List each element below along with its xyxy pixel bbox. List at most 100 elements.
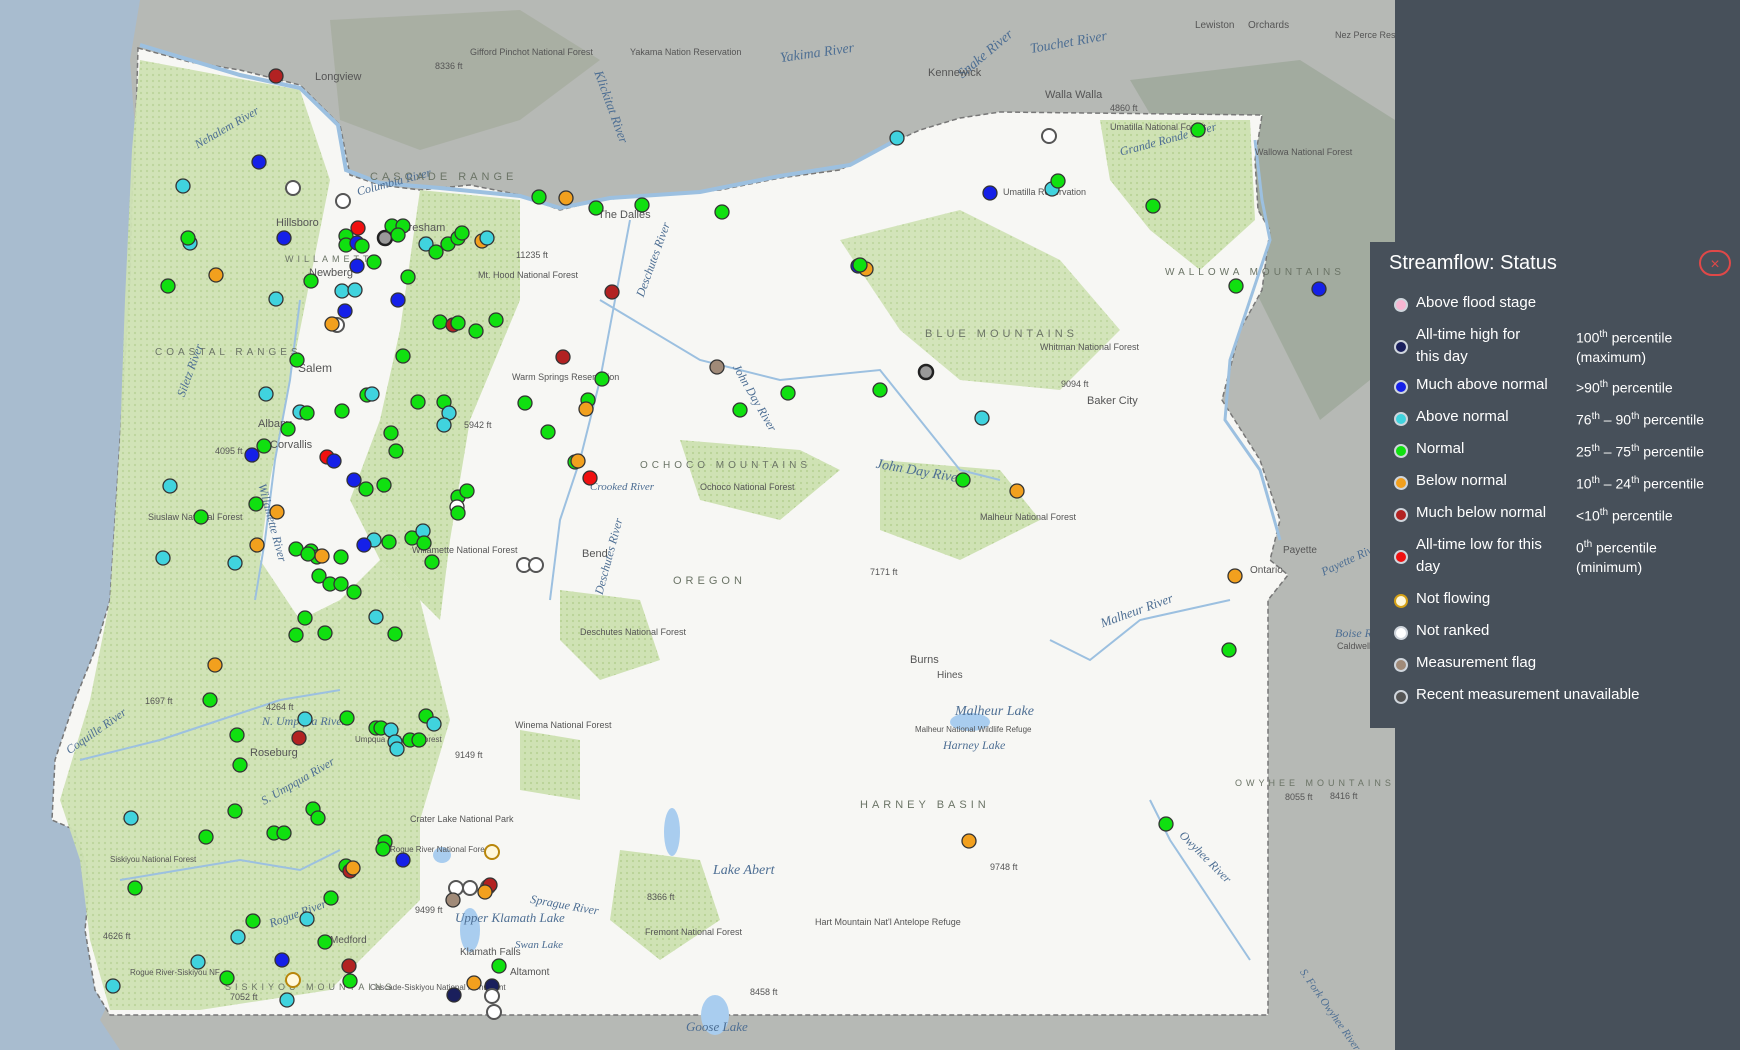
- gauge-marker-much-above[interactable]: [326, 453, 342, 469]
- gauge-marker-normal[interactable]: [229, 727, 245, 743]
- gauge-marker-above[interactable]: [155, 550, 171, 566]
- gauge-marker-below[interactable]: [208, 267, 224, 283]
- gauge-marker-normal[interactable]: [1050, 173, 1066, 189]
- gauge-marker-normal[interactable]: [390, 227, 406, 243]
- gauge-marker-not-ranked[interactable]: [285, 180, 301, 196]
- gauge-marker-normal[interactable]: [540, 424, 556, 440]
- gauge-marker-normal[interactable]: [317, 934, 333, 950]
- gauge-marker-normal[interactable]: [428, 244, 444, 260]
- gauge-marker-flag[interactable]: [445, 892, 461, 908]
- gauge-marker-normal[interactable]: [180, 230, 196, 246]
- gauge-marker-much-above[interactable]: [337, 303, 353, 319]
- gauge-marker-normal[interactable]: [342, 973, 358, 989]
- gauge-marker-normal[interactable]: [317, 625, 333, 641]
- gauge-marker-normal[interactable]: [780, 385, 796, 401]
- gauge-marker-normal[interactable]: [280, 421, 296, 437]
- gauge-marker-above[interactable]: [334, 283, 350, 299]
- gauge-marker-not-flowing[interactable]: [285, 972, 301, 988]
- gauge-marker-not-ranked[interactable]: [486, 1004, 502, 1020]
- gauge-marker-normal[interactable]: [245, 913, 261, 929]
- gauge-marker-not-ranked[interactable]: [335, 193, 351, 209]
- gauge-marker-much-above[interactable]: [251, 154, 267, 170]
- gauge-marker-normal[interactable]: [366, 254, 382, 270]
- gauge-marker-normal[interactable]: [955, 472, 971, 488]
- gauge-marker-normal[interactable]: [594, 371, 610, 387]
- gauge-marker-much-below[interactable]: [291, 730, 307, 746]
- gauge-marker-normal[interactable]: [381, 534, 397, 550]
- gauge-marker-normal[interactable]: [339, 710, 355, 726]
- gauge-marker-below[interactable]: [314, 548, 330, 564]
- gauge-marker-normal[interactable]: [160, 278, 176, 294]
- gauge-marker-above[interactable]: [426, 716, 442, 732]
- gauge-marker-much-below[interactable]: [341, 958, 357, 974]
- gauge-marker-normal[interactable]: [358, 481, 374, 497]
- gauge-marker-much-above[interactable]: [395, 852, 411, 868]
- gauge-marker-below[interactable]: [207, 657, 223, 673]
- gauge-marker-normal[interactable]: [872, 382, 888, 398]
- gauge-marker-not-ranked[interactable]: [484, 988, 500, 1004]
- gauge-marker-above[interactable]: [190, 954, 206, 970]
- gauge-marker-below[interactable]: [269, 504, 285, 520]
- gauge-marker-normal[interactable]: [232, 757, 248, 773]
- gauge-marker-normal[interactable]: [219, 970, 235, 986]
- gauge-marker-normal[interactable]: [193, 509, 209, 525]
- gauge-marker-much-below[interactable]: [555, 349, 571, 365]
- gauge-marker-above[interactable]: [175, 178, 191, 194]
- gauge-marker-above[interactable]: [227, 555, 243, 571]
- gauge-marker-unavailable[interactable]: [917, 363, 935, 381]
- gauge-marker-above[interactable]: [479, 230, 495, 246]
- gauge-marker-normal[interactable]: [376, 477, 392, 493]
- gauge-marker-below[interactable]: [466, 975, 482, 991]
- gauge-marker-normal[interactable]: [334, 403, 350, 419]
- gauge-marker-below[interactable]: [558, 190, 574, 206]
- gauge-marker-normal[interactable]: [852, 257, 868, 273]
- gauge-marker-above[interactable]: [364, 386, 380, 402]
- gauge-marker-above[interactable]: [889, 130, 905, 146]
- gauge-marker-normal[interactable]: [714, 204, 730, 220]
- gauge-marker-normal[interactable]: [288, 627, 304, 643]
- gauge-marker-normal[interactable]: [310, 810, 326, 826]
- gauge-marker-normal[interactable]: [634, 197, 650, 213]
- gauge-marker-below[interactable]: [578, 401, 594, 417]
- gauge-marker-above[interactable]: [974, 410, 990, 426]
- gauge-marker-normal[interactable]: [333, 576, 349, 592]
- gauge-marker-normal[interactable]: [450, 505, 466, 521]
- gauge-marker-below[interactable]: [249, 537, 265, 553]
- gauge-marker-above[interactable]: [123, 810, 139, 826]
- gauge-marker-above[interactable]: [258, 386, 274, 402]
- gauge-marker-normal[interactable]: [127, 880, 143, 896]
- basemap[interactable]: Yakima River Snake River Touchet River K…: [0, 0, 1395, 1050]
- gauge-marker-normal[interactable]: [354, 238, 370, 254]
- gauge-marker-normal[interactable]: [488, 312, 504, 328]
- gauge-marker-normal[interactable]: [323, 890, 339, 906]
- gauge-marker-below[interactable]: [1009, 483, 1025, 499]
- gauge-marker-above[interactable]: [436, 417, 452, 433]
- gauge-marker-much-above[interactable]: [349, 258, 365, 274]
- gauge-marker-above[interactable]: [347, 282, 363, 298]
- gauge-marker-above[interactable]: [389, 741, 405, 757]
- gauge-marker-normal[interactable]: [387, 626, 403, 642]
- gauge-marker-normal[interactable]: [531, 189, 547, 205]
- gauge-marker-normal[interactable]: [303, 273, 319, 289]
- gauge-marker-much-above[interactable]: [1311, 281, 1327, 297]
- gauge-marker-normal[interactable]: [517, 395, 533, 411]
- gauge-marker-below[interactable]: [324, 316, 340, 332]
- gauge-marker-not-ranked[interactable]: [1041, 128, 1057, 144]
- gauge-marker-below[interactable]: [345, 860, 361, 876]
- gauge-marker-normal[interactable]: [297, 610, 313, 626]
- gauge-marker-below[interactable]: [961, 833, 977, 849]
- gauge-marker-much-above[interactable]: [982, 185, 998, 201]
- gauge-marker-normal[interactable]: [198, 829, 214, 845]
- gauge-marker-normal[interactable]: [400, 269, 416, 285]
- gauge-marker-above[interactable]: [162, 478, 178, 494]
- streamflow-map[interactable]: Yakima River Snake River Touchet River K…: [0, 0, 1395, 1050]
- gauge-marker-above[interactable]: [368, 609, 384, 625]
- gauge-marker-not-flowing[interactable]: [484, 844, 500, 860]
- gauge-marker-normal[interactable]: [1145, 198, 1161, 214]
- gauge-marker-normal[interactable]: [202, 692, 218, 708]
- gauge-marker-normal[interactable]: [1190, 122, 1206, 138]
- gauge-marker-much-above[interactable]: [274, 952, 290, 968]
- gauge-marker-normal[interactable]: [588, 200, 604, 216]
- gauge-marker-normal[interactable]: [248, 496, 264, 512]
- gauge-marker-above[interactable]: [105, 978, 121, 994]
